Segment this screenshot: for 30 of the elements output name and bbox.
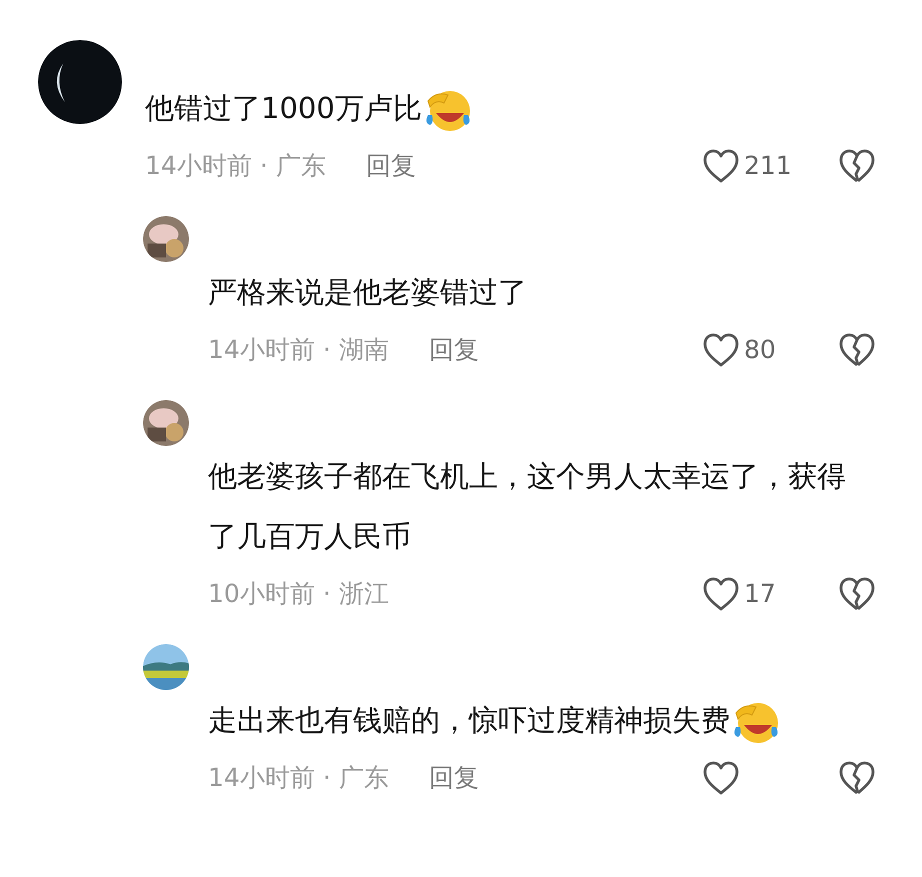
broken-heart-icon[interactable] bbox=[838, 332, 876, 368]
comment-time: 14小时前 bbox=[208, 334, 315, 366]
comment-text: 他错过了1000万卢比 bbox=[145, 78, 785, 138]
broken-heart-icon[interactable] bbox=[838, 576, 876, 612]
reply-link[interactable]: 回复 bbox=[428, 759, 479, 797]
comment-text: 他老婆孩子都在飞机上，这个男人太幸运了，获得了几百万人民币 bbox=[208, 458, 847, 555]
like-count: 80 bbox=[744, 334, 776, 366]
comment-region: 广东 bbox=[276, 150, 326, 182]
comment-time: 10小时前 bbox=[208, 578, 315, 610]
heart-icon[interactable] bbox=[702, 760, 740, 796]
comment-region: 浙江 bbox=[338, 578, 389, 610]
broken-heart-icon[interactable] bbox=[838, 760, 876, 796]
comment-region: 湖南 bbox=[338, 334, 389, 366]
heart-icon[interactable] bbox=[702, 148, 740, 184]
reply-link[interactable]: 回复 bbox=[428, 331, 479, 369]
comment-text: 严格来说是他老婆错过了 bbox=[208, 274, 528, 311]
comment-text: 走出来也有钱赔的，惊吓过度精神损失费 bbox=[208, 690, 848, 750]
separator-dot: · bbox=[322, 762, 331, 794]
heart-icon[interactable] bbox=[702, 576, 740, 612]
broken-heart-icon[interactable] bbox=[838, 148, 876, 184]
like-count: 211 bbox=[744, 150, 792, 182]
comment-time: 14小时前 bbox=[145, 150, 252, 182]
separator-dot: · bbox=[322, 578, 331, 610]
heart-icon[interactable] bbox=[702, 332, 740, 368]
separator-dot: · bbox=[322, 334, 331, 366]
like-count: 17 bbox=[744, 578, 776, 610]
comment-region: 广东 bbox=[338, 762, 389, 794]
separator-dot: · bbox=[260, 150, 268, 182]
reply-link[interactable]: 回复 bbox=[366, 147, 416, 185]
comment-time: 14小时前 bbox=[208, 762, 315, 794]
